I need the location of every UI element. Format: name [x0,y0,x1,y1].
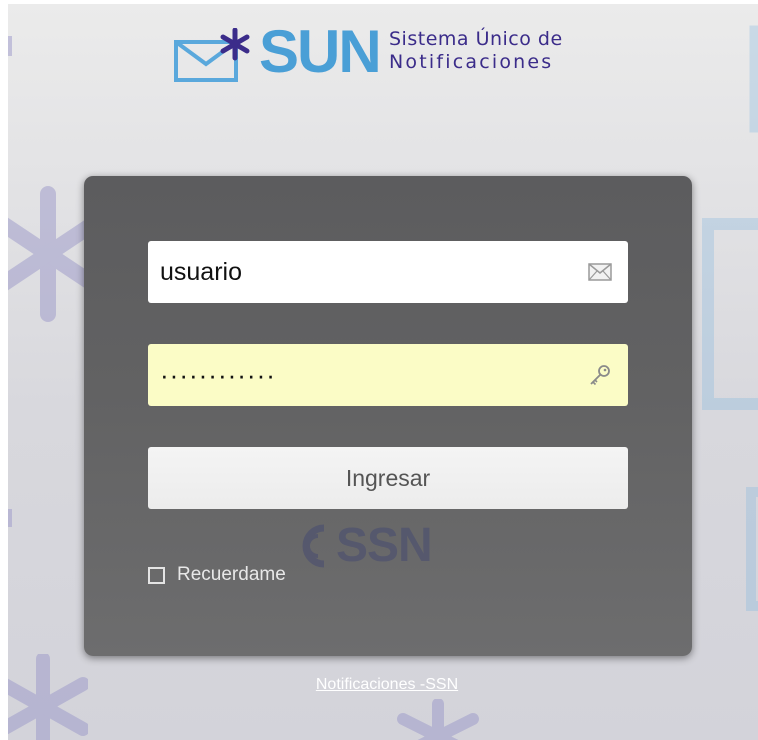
password-input[interactable] [160,355,586,395]
logo-wordmark: SUN [259,18,382,85]
app-logo: SUN Sistema Único de Notificaciones [173,18,603,88]
remember-me-label[interactable]: Recuerdame [177,564,286,586]
background-asterisk-bottom-left-icon [8,654,88,740]
background-dot [8,509,12,527]
remember-me-checkbox[interactable] [148,566,165,584]
username-field[interactable] [148,241,628,303]
key-icon [586,361,614,389]
password-field[interactable] [148,344,628,406]
ssn-watermark: SSN [284,516,474,576]
remember-me-option[interactable]: Recuerdame [148,564,286,586]
tagline-line-2: Notificaciones [389,51,554,73]
login-panel: SSN usuario ············ Ingresar Recuer… [84,176,692,656]
ssn-watermark-text: SSN [336,519,433,572]
footer-link[interactable]: Notificaciones -SSN [8,676,758,694]
background-envelope-top-right-icon [749,25,758,133]
background-asterisk-bottom-icon [397,699,479,740]
username-input[interactable] [160,252,586,292]
background-envelope-right-icon [702,218,758,410]
background-envelope-right-bottom-icon [746,487,758,611]
logo-tagline: Sistema Único de Notificaciones [389,28,563,74]
login-submit-button[interactable]: Ingresar [148,447,628,509]
tagline-line-1: Sistema Único de [389,28,563,50]
login-page: SUN Sistema Único de Notificaciones SSN [0,0,758,740]
background-dot [8,36,12,56]
envelope-icon [586,258,614,286]
envelope-asterisk-logo-icon [174,28,250,82]
